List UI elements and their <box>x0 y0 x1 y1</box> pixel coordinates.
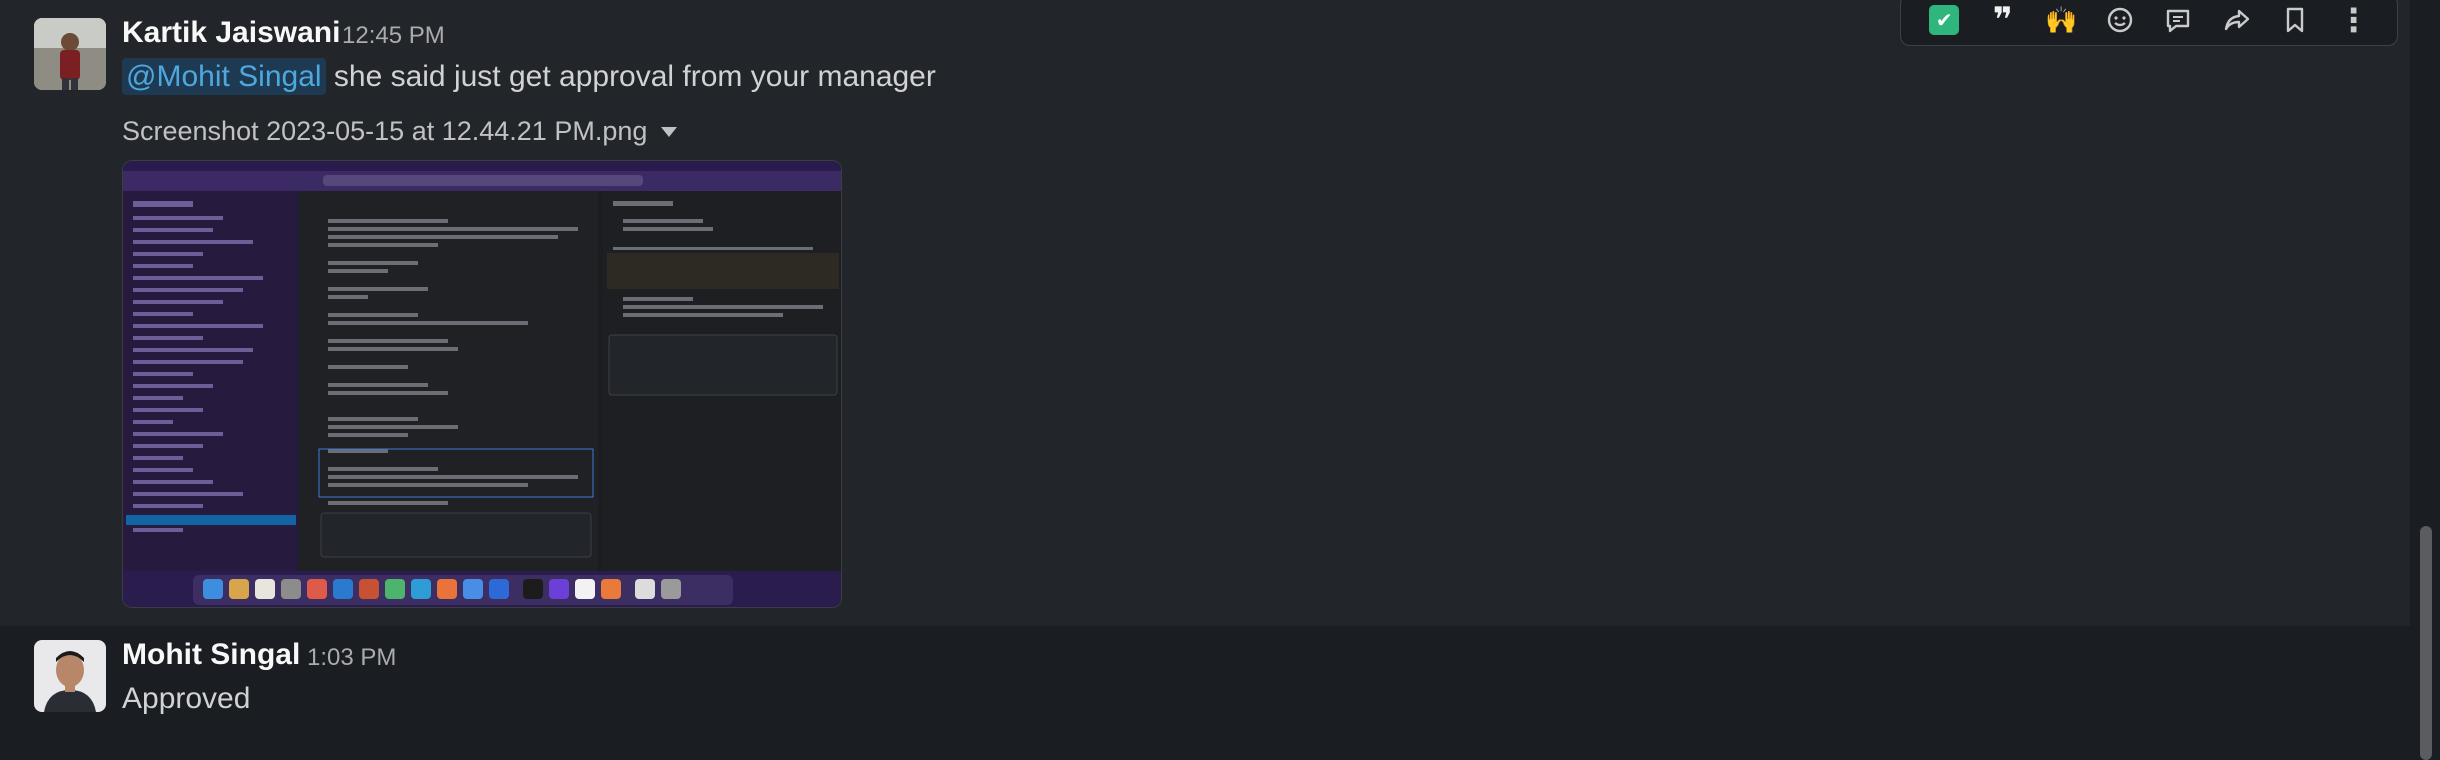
check-reaction-icon[interactable]: ✔ <box>1924 0 1964 40</box>
message-text: Approved <box>122 682 251 715</box>
avatar[interactable] <box>34 640 106 712</box>
message-body: she said just get approval from your man… <box>325 60 936 93</box>
message-mohit[interactable]: Mohit Singal 1:03 PM Approved <box>0 626 2410 760</box>
message-text: @Mohit Singal she said just get approval… <box>122 58 936 95</box>
message-kartik[interactable]: Kartik Jaiswani 12:45 PM @Mohit Singal s… <box>0 0 2410 626</box>
attachment-image[interactable] <box>122 160 842 608</box>
timestamp[interactable]: 1:03 PM <box>307 644 396 672</box>
bookmark-icon[interactable] <box>2275 0 2315 40</box>
timestamp[interactable]: 12:45 PM <box>342 22 445 50</box>
quote-reaction-icon[interactable]: ❞ <box>1983 0 2023 40</box>
share-icon[interactable] <box>2217 0 2257 40</box>
add-emoji-icon[interactable] <box>2100 0 2140 40</box>
reply-thread-icon[interactable] <box>2158 0 2198 40</box>
screenshot-thumbnail <box>123 161 841 607</box>
more-options-icon[interactable]: ⋮ <box>2334 0 2374 40</box>
message-actions-toolbar: ✔ ❞ 🙌 ⋮ <box>1900 0 2398 46</box>
avatar[interactable] <box>34 18 106 90</box>
user-mention[interactable]: @Mohit Singal <box>122 58 326 95</box>
author-name[interactable]: Kartik Jaiswani <box>122 16 340 50</box>
attachment-filename[interactable]: Screenshot 2023-05-15 at 12.44.21 PM.png <box>122 116 647 147</box>
scrollbar-thumb[interactable] <box>2420 526 2432 760</box>
chevron-down-icon[interactable] <box>661 126 678 137</box>
author-name[interactable]: Mohit Singal <box>122 638 300 672</box>
attachment-header: Screenshot 2023-05-15 at 12.44.21 PM.png <box>122 116 678 147</box>
raised-hands-reaction-icon[interactable]: 🙌 <box>2041 0 2081 40</box>
